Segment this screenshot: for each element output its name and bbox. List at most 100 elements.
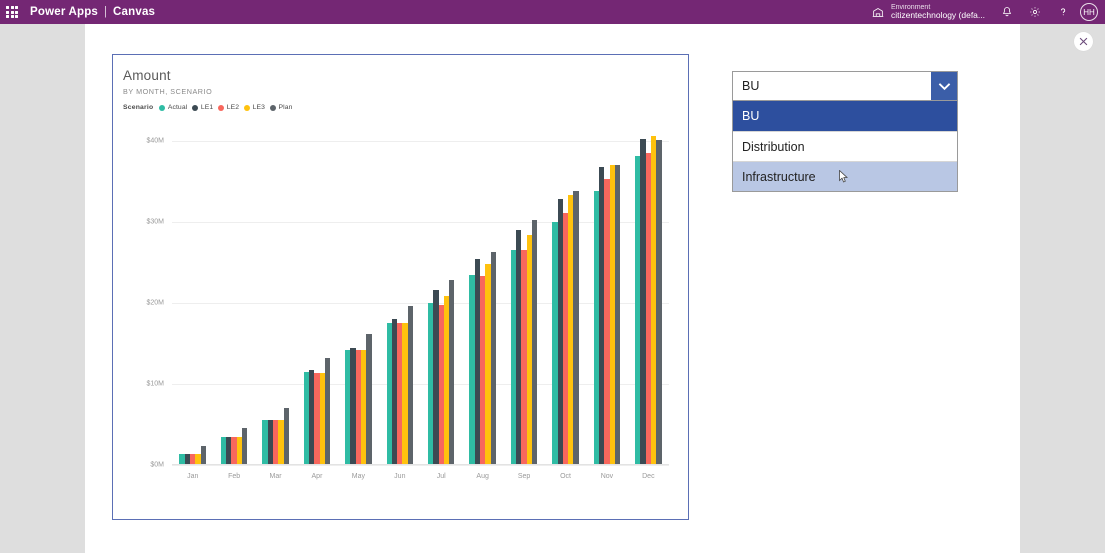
app-launcher-icon[interactable]: [0, 0, 24, 24]
x-axis-tick-label: Sep: [517, 473, 531, 480]
bar[interactable]: [532, 219, 538, 465]
dropdown-option[interactable]: BU: [733, 101, 957, 131]
chart-title: Amount: [123, 68, 171, 83]
bar[interactable]: [242, 427, 248, 465]
legend-title: Scenario: [123, 104, 154, 111]
question-mark-icon[interactable]: [1049, 0, 1077, 24]
dropdown-option[interactable]: Distribution: [733, 131, 957, 161]
app-root: Power Apps | Canvas Environment citizent…: [0, 0, 1105, 553]
x-axis-tick-label: Jun: [394, 473, 406, 480]
x-axis-tick-label: Feb: [228, 473, 241, 480]
legend-items: Actual LE1 LE2 LE3 Plan: [159, 104, 297, 111]
bar-group: [255, 125, 296, 465]
legend-swatch-icon: [270, 104, 277, 111]
gridline: $0M: [150, 462, 669, 469]
bar[interactable]: [283, 408, 289, 465]
brand-separator: |: [104, 6, 108, 18]
x-axis-labels: Jan Feb Mar Apr May Jun Jul Aug Sep Oct Nov Dec: [172, 473, 669, 480]
dropdown-selected-value: BU: [742, 79, 760, 93]
bar[interactable]: [449, 279, 455, 465]
bar[interactable]: [324, 358, 331, 465]
x-axis-line: [172, 464, 669, 465]
bar[interactable]: [490, 252, 496, 465]
dropdown-option-label: Distribution: [742, 139, 805, 154]
legend-item-label: LE3: [252, 104, 266, 111]
gear-icon[interactable]: [1021, 0, 1049, 24]
mouse-cursor: [839, 169, 848, 183]
bar-group: [172, 125, 213, 465]
right-rail: [1020, 24, 1105, 553]
bar-group: [628, 125, 669, 465]
legend-item-label: LE2: [226, 104, 240, 111]
legend-item[interactable]: Actual: [159, 104, 187, 111]
legend-swatch-icon: [244, 104, 251, 111]
y-axis-tick-label: $40M: [146, 137, 164, 145]
left-rail: [0, 24, 85, 553]
avatar-initials: HH: [1083, 7, 1095, 17]
y-axis-tick-label: $30M: [146, 218, 164, 226]
legend-swatch-icon: [159, 104, 166, 111]
bar[interactable]: [614, 164, 621, 465]
x-axis-tick-label: Jan: [187, 473, 199, 480]
y-axis-tick-label: $10M: [146, 380, 164, 388]
environment-value: citizentechnology (defa...: [890, 10, 985, 21]
dropdown-field[interactable]: BU: [732, 71, 958, 101]
x-axis-tick-label: Aug: [476, 473, 489, 480]
plot-area: $40M $30M $20M $10M $0M Jan Feb Mar Apr May Jun Ju…: [113, 117, 688, 517]
chart-legend: Scenario Actual LE1 LE2 LE3 Plan: [123, 104, 688, 111]
legend-item[interactable]: LE2: [218, 104, 239, 111]
y-axis-tick-label: $0M: [150, 461, 164, 469]
dropdown-option-label: Infrastructure: [742, 169, 816, 184]
brand: Power Apps | Canvas: [30, 6, 155, 18]
top-command-bar: Power Apps | Canvas Environment citizent…: [0, 0, 1105, 24]
legend-item[interactable]: Plan: [270, 104, 293, 111]
y-axis-tick-label: $20M: [146, 299, 164, 307]
environment-label: Environment: [890, 3, 931, 11]
bar[interactable]: [656, 140, 662, 465]
x-axis-tick-label: Nov: [600, 473, 614, 480]
legend-item-label: Actual: [167, 104, 188, 111]
x-axis-tick-label: Oct: [560, 473, 571, 480]
x-axis-tick-label: Jul: [436, 473, 446, 480]
chevron-down-icon[interactable]: [931, 72, 957, 100]
environment-selector[interactable]: Environment citizentechnology (defa...: [863, 0, 993, 24]
bar[interactable]: [366, 333, 372, 465]
bar-group: [586, 125, 627, 465]
topbar-right-group: Environment citizentechnology (defa... H…: [863, 0, 1105, 24]
chart-control[interactable]: Amount BY MONTH, SCENARIO Scenario Actua…: [112, 54, 689, 520]
close-icon[interactable]: [1074, 32, 1093, 51]
waffle-grid: [6, 6, 18, 18]
x-axis-tick-label: Dec: [642, 473, 655, 480]
legend-item-label: Plan: [278, 104, 293, 111]
bell-icon[interactable]: [993, 0, 1021, 24]
chart-header: Amount BY MONTH, SCENARIO Scenario Actua…: [113, 55, 688, 111]
bar-group: [213, 125, 254, 465]
dropdown-option-list[interactable]: BU Distribution Infrastructure: [732, 101, 958, 192]
bar[interactable]: [200, 446, 206, 465]
bar-group: [503, 125, 544, 465]
legend-swatch-icon: [192, 104, 199, 111]
legend-item[interactable]: LE1: [192, 104, 213, 111]
bar[interactable]: [573, 191, 579, 465]
x-axis-tick-label: Mar: [269, 473, 282, 480]
legend-item[interactable]: LE3: [244, 104, 265, 111]
bar-group: [296, 125, 337, 465]
bar-group: [379, 125, 420, 465]
environment-icon: [871, 5, 885, 19]
bar[interactable]: [407, 306, 414, 465]
dropdown-control[interactable]: BU BU Distribution Infrastructure: [732, 71, 958, 192]
bar-group: [338, 125, 379, 465]
chart-subtitle: BY MONTH, SCENARIO: [123, 87, 213, 96]
bar-group: [421, 125, 462, 465]
app-name-label[interactable]: Power Apps: [30, 6, 98, 18]
x-axis-tick-label: Apr: [311, 473, 323, 480]
bar-groups: [172, 125, 669, 465]
dropdown-option-label: BU: [742, 109, 760, 123]
legend-item-label: LE1: [200, 104, 214, 111]
bar-group: [545, 125, 586, 465]
bar-group: [462, 125, 503, 465]
dropdown-option[interactable]: Infrastructure: [733, 161, 957, 191]
avatar[interactable]: HH: [1080, 3, 1098, 21]
legend-swatch-icon: [218, 104, 225, 111]
document-name-label[interactable]: Canvas: [113, 6, 155, 18]
